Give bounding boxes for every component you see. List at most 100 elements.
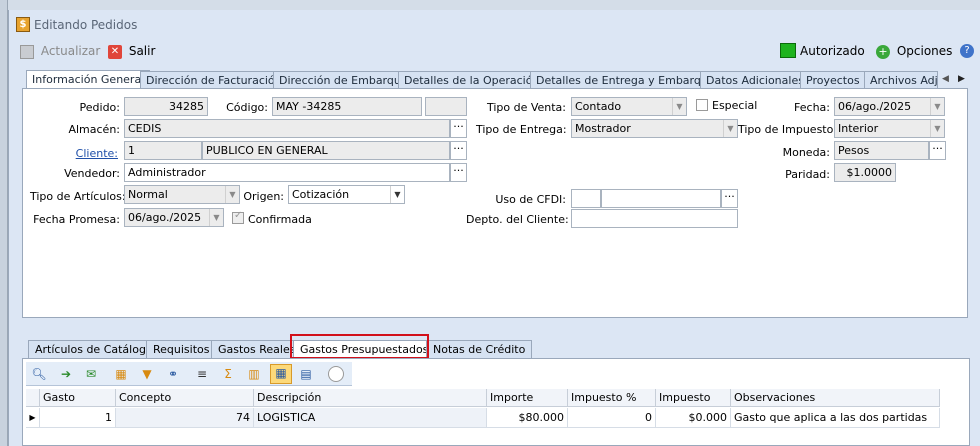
tipo-impuesto-label: Tipo de Impuesto: bbox=[738, 123, 838, 136]
row-indicator-icon: ▶ bbox=[26, 408, 40, 428]
col-concepto[interactable]: Concepto bbox=[116, 389, 254, 407]
window-title: Editando Pedidos bbox=[34, 18, 138, 32]
col-descripcion[interactable]: Descripción bbox=[254, 389, 487, 407]
tipo-venta-label: Tipo de Venta: bbox=[486, 101, 566, 114]
save-icon bbox=[20, 44, 34, 59]
chevron-down-icon: ▼ bbox=[930, 120, 944, 137]
fecha-value: 06/ago./2025 bbox=[838, 100, 912, 113]
filter-icon[interactable]: ▼ bbox=[139, 366, 155, 382]
uso-cfdi-desc-field[interactable] bbox=[601, 189, 721, 208]
uso-cfdi-lookup-button[interactable]: ··· bbox=[721, 189, 738, 208]
col-gasto[interactable]: Gasto bbox=[40, 389, 116, 407]
opciones-button[interactable]: + Opciones bbox=[876, 40, 952, 62]
tab-notas-credito[interactable]: Notas de Crédito bbox=[426, 340, 533, 359]
plus-circle-icon: + bbox=[876, 44, 890, 59]
moneda-lookup-button[interactable]: ··· bbox=[929, 141, 946, 160]
fecha-promesa-select[interactable]: 06/ago./2025 ▼ bbox=[124, 208, 224, 227]
view-grid-icon[interactable]: ▦ bbox=[270, 364, 292, 384]
origen-value: Cotización bbox=[292, 188, 350, 201]
table-cell-descripcion[interactable]: LOGISTICA bbox=[254, 408, 487, 428]
vendedor-label: Vendedor: bbox=[64, 167, 120, 180]
tipo-impuesto-select[interactable]: Interior ▼ bbox=[834, 119, 945, 138]
export-icon[interactable]: ✉ bbox=[83, 366, 99, 382]
chevron-down-icon: ▼ bbox=[723, 120, 737, 137]
exit-icon: ✕ bbox=[108, 44, 122, 59]
columns-icon[interactable]: ▥ bbox=[246, 366, 262, 382]
codigo-field[interactable]: MAY -34285 bbox=[272, 97, 422, 116]
cliente-lookup-button[interactable]: ··· bbox=[450, 141, 467, 160]
tipo-articulos-value: Normal bbox=[128, 188, 168, 201]
tipo-articulos-label: Tipo de Artículos: bbox=[30, 190, 126, 203]
app-icon: $ bbox=[16, 17, 30, 32]
tipo-entrega-value: Mostrador bbox=[575, 122, 631, 135]
cliente-id-field[interactable]: 1 bbox=[124, 141, 202, 160]
depto-cliente-field[interactable] bbox=[571, 209, 738, 228]
sum-icon[interactable]: Σ bbox=[220, 366, 236, 382]
import-icon[interactable]: ➔ bbox=[58, 366, 74, 382]
fecha-select[interactable]: 06/ago./2025 ▼ bbox=[834, 97, 945, 116]
fecha-label: Fecha: bbox=[794, 101, 830, 114]
table-cell-concepto[interactable]: 74 bbox=[116, 408, 254, 428]
table-cell-gasto[interactable]: 1 bbox=[40, 408, 116, 428]
tab-requisitos[interactable]: Requisitos bbox=[146, 340, 217, 359]
view-card-icon[interactable]: ▤ bbox=[298, 366, 314, 382]
col-importe[interactable]: Importe bbox=[487, 389, 568, 407]
codigo-label: Código: bbox=[226, 101, 268, 114]
background-window-edge bbox=[0, 0, 8, 446]
tab-scroll-right-icon[interactable]: ▶ bbox=[958, 74, 965, 84]
table-cell-importe[interactable]: $80.000 bbox=[487, 408, 568, 428]
tab-gastos-reales[interactable]: Gastos Reales bbox=[211, 340, 303, 359]
table-cell-impuesto-pct[interactable]: 0 bbox=[568, 408, 656, 428]
paridad-field[interactable]: $1.0000 bbox=[834, 163, 896, 182]
col-impuesto-pct[interactable]: Impuesto % bbox=[568, 389, 656, 407]
uso-cfdi-label: Uso de CFDI: bbox=[495, 193, 566, 206]
moneda-label: Moneda: bbox=[782, 146, 830, 159]
chevron-down-icon: ▼ bbox=[209, 209, 223, 226]
uso-cfdi-code-field[interactable] bbox=[571, 189, 601, 208]
status-indicator-icon bbox=[780, 43, 796, 58]
confirmada-label: Confirmada bbox=[248, 213, 312, 226]
origen-label: Origen: bbox=[243, 190, 284, 203]
especial-checkbox[interactable] bbox=[696, 99, 708, 111]
vendedor-field[interactable]: Administrador bbox=[124, 163, 450, 182]
grid-corner bbox=[26, 389, 40, 407]
salir-button[interactable]: ✕ Salir bbox=[108, 40, 155, 62]
table-cell-observaciones[interactable]: Gasto que aplica a las dos partidas bbox=[731, 408, 940, 428]
grid-settings-icon[interactable]: ▦ bbox=[113, 366, 129, 382]
opciones-label: Opciones bbox=[896, 44, 953, 58]
confirmada-checkbox[interactable]: ✓ bbox=[232, 210, 244, 224]
almacen-field[interactable]: CEDIS bbox=[124, 119, 450, 138]
tab-articulos-catalogo[interactable]: Artículos de Catálogo bbox=[28, 340, 160, 359]
codigo-extra-field[interactable] bbox=[425, 97, 467, 116]
especial-label: Especial bbox=[712, 99, 758, 112]
origen-select[interactable]: Cotización ▼ bbox=[288, 185, 405, 204]
chevron-down-icon: ▼ bbox=[672, 98, 686, 115]
tipo-entrega-select[interactable]: Mostrador ▼ bbox=[571, 119, 738, 138]
col-observaciones[interactable]: Observaciones bbox=[731, 389, 940, 407]
paridad-label: Paridad: bbox=[785, 168, 830, 181]
tab-scroll-left-icon[interactable]: ◀ bbox=[942, 74, 949, 84]
tab-informacion-general[interactable]: Información General bbox=[26, 70, 151, 90]
help-icon[interactable]: ? bbox=[960, 44, 974, 58]
tipo-venta-select[interactable]: Contado ▼ bbox=[571, 97, 687, 116]
pedido-field[interactable]: 34285 bbox=[124, 97, 208, 116]
group-icon[interactable]: ⚭ bbox=[165, 366, 181, 382]
sort-icon[interactable]: ≡ bbox=[194, 366, 210, 382]
actualizar-button[interactable]: Actualizar bbox=[20, 40, 100, 62]
tipo-venta-value: Contado bbox=[575, 100, 622, 113]
search-icon[interactable]: 🔍︎ bbox=[31, 366, 47, 382]
cliente-nombre-field[interactable]: PUBLICO EN GENERAL bbox=[202, 141, 450, 160]
col-impuesto[interactable]: Impuesto bbox=[656, 389, 731, 407]
pedido-label: Pedido: bbox=[79, 101, 120, 114]
almacen-lookup-button[interactable]: ··· bbox=[450, 119, 467, 138]
table-cell-impuesto[interactable]: $0.000 bbox=[656, 408, 731, 428]
tipo-impuesto-value: Interior bbox=[838, 122, 879, 135]
tipo-articulos-select[interactable]: Normal ▼ bbox=[124, 185, 240, 204]
tipo-entrega-label: Tipo de Entrega: bbox=[476, 123, 567, 136]
moneda-field[interactable]: Pesos bbox=[834, 141, 929, 160]
cliente-link[interactable]: Cliente: bbox=[40, 147, 118, 160]
highlight-box bbox=[290, 334, 429, 359]
circle-icon[interactable] bbox=[328, 366, 344, 382]
vendedor-lookup-button[interactable]: ··· bbox=[450, 163, 467, 182]
status-label: Autorizado bbox=[800, 44, 865, 58]
